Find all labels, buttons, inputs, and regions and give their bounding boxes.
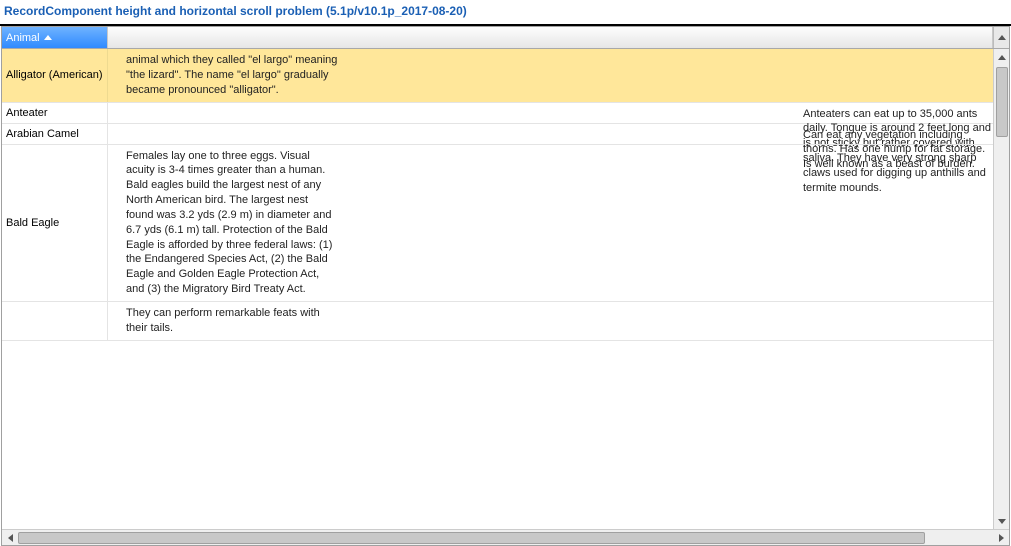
chevron-right-icon — [999, 534, 1004, 542]
page-title: RecordComponent height and horizontal sc… — [0, 0, 1011, 26]
vertical-scroll-thumb[interactable] — [996, 67, 1008, 137]
row-body: Can eat any vegetation including thorns.… — [108, 124, 993, 144]
scroll-right-button[interactable] — [993, 530, 1009, 545]
horizontal-scroll-thumb[interactable] — [18, 532, 925, 544]
sort-asc-icon — [44, 35, 52, 40]
header-scroll-up-button[interactable] — [993, 27, 1009, 48]
animal-name-cell: Anteater — [2, 103, 108, 123]
row-body: They can perform remarkable feats with t… — [108, 302, 993, 340]
column-header-animal[interactable]: Animal — [2, 27, 108, 48]
grid-viewport[interactable]: Alligator (American) animal which they ca… — [2, 49, 993, 529]
animal-name-cell: Alligator (American) — [2, 49, 108, 102]
animal-description: animal which they called "el largo" mean… — [122, 51, 342, 100]
animal-description: Females lay one to three eggs. Visual ac… — [122, 147, 342, 299]
row-body: Females lay one to three eggs. Visual ac… — [108, 145, 993, 301]
chevron-down-icon — [998, 519, 1006, 524]
vertical-scrollbar[interactable] — [993, 49, 1009, 529]
table-row[interactable]: AnteaterAnteaters can eat up to 35,000 a… — [2, 103, 993, 124]
scroll-up-button[interactable] — [994, 49, 1009, 65]
scroll-left-button[interactable] — [2, 530, 18, 545]
table-row[interactable]: Alligator (American) animal which they ca… — [2, 49, 993, 103]
animal-description: They can perform remarkable feats with t… — [122, 304, 342, 338]
horizontal-scroll-track[interactable] — [18, 530, 993, 545]
column-header-filler — [108, 27, 993, 48]
table-row[interactable]: They can perform remarkable feats with t… — [2, 302, 993, 341]
animal-name-cell: Arabian Camel — [2, 124, 108, 144]
grid-body-wrap: Alligator (American) animal which they ca… — [2, 49, 1009, 529]
grid-header: Animal — [2, 27, 1009, 49]
table-row[interactable]: Arabian CamelCan eat any vegetation incl… — [2, 124, 993, 145]
chevron-up-icon — [998, 35, 1006, 40]
table-row[interactable]: Bald EagleFemales lay one to three eggs.… — [2, 145, 993, 302]
animal-name-cell — [2, 302, 108, 340]
animal-name-cell: Bald Eagle — [2, 145, 108, 301]
scroll-down-button[interactable] — [994, 513, 1009, 529]
chevron-up-icon — [998, 55, 1006, 60]
column-header-label: Animal — [6, 32, 40, 44]
row-body: Anteaters can eat up to 35,000 ants dail… — [108, 103, 993, 123]
row-body: animal which they called "el largo" mean… — [108, 49, 993, 102]
chevron-left-icon — [8, 534, 13, 542]
horizontal-scrollbar[interactable] — [2, 529, 1009, 545]
listgrid: Animal Alligator (American) animal which … — [1, 26, 1010, 546]
